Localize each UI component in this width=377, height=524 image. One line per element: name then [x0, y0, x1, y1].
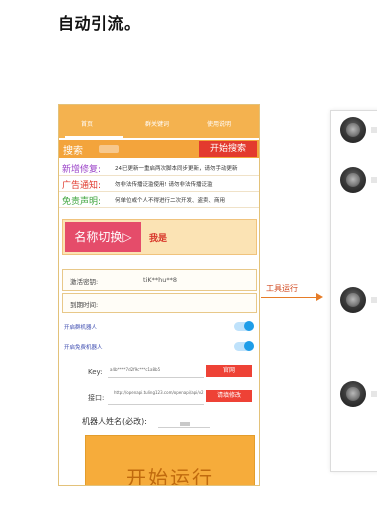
- key-row: Key: a4b****7d2f9c***c1a8b5 官网: [62, 363, 255, 381]
- rename-value: 我是: [149, 234, 168, 244]
- notice-text: 24已更新一重启两次脚本同步更新，请勿手动更新: [115, 166, 238, 172]
- page-heading: 自动引流。: [58, 14, 141, 33]
- tab-group-keywords[interactable]: 群关键词: [145, 119, 169, 128]
- endpoint-underline: [108, 404, 204, 405]
- phone-screenshot: 首页 群关键词 使用说明 搜索 开始搜索 新增修复: 24已更新一重启两次脚本同…: [58, 104, 260, 486]
- key-underline: [108, 377, 204, 378]
- message-placeholder: [371, 297, 377, 303]
- notice-label: 新增修复:: [62, 165, 102, 175]
- notice-row-ad: 广告通知: 勿非法传播泛滥使用! 请勿非法传播泛滥: [59, 177, 259, 192]
- endpoint-row: 接口: http://openapi.tuling123.com/openapi…: [62, 387, 255, 407]
- official-site-button[interactable]: 官网: [206, 365, 252, 377]
- tab-active-indicator: [65, 136, 123, 138]
- notice-label: 免责声明:: [62, 197, 102, 207]
- arrow-label: 工具运行: [266, 284, 298, 293]
- toggle-knob: [244, 321, 254, 331]
- toggle-row-group-bot: 开启群机器人: [62, 321, 255, 333]
- activation-input[interactable]: tiK**hu**8: [143, 276, 177, 284]
- avatar: [340, 167, 366, 193]
- notice-text: 勿非法传播泛滥使用! 请勿非法传播泛滥: [115, 182, 213, 188]
- search-input[interactable]: [99, 145, 119, 153]
- expiry-label: 到期时间:: [70, 301, 99, 309]
- search-bar: 搜索 开始搜索: [59, 140, 259, 158]
- notice-label: 广告通知:: [62, 181, 102, 191]
- tab-bar: 首页 群关键词 使用说明: [59, 105, 259, 138]
- key-input[interactable]: a4b****7d2f9c***c1a8b5: [110, 367, 200, 372]
- bot-name-value: [180, 422, 190, 426]
- notice-row-disclaimer: 免责声明: 何单位或个人不得进行二次开发、盗卖、商用: [59, 193, 259, 208]
- toggle-knob: [244, 341, 254, 351]
- tab-home[interactable]: 首页: [81, 119, 93, 128]
- start-run-button[interactable]: 开始运行: [85, 435, 255, 486]
- start-run-label: 开始运行: [126, 466, 214, 486]
- tab-instructions[interactable]: 使用说明: [207, 119, 231, 128]
- activation-row: 激活密钥: tiK**hu**8: [62, 269, 257, 291]
- rename-panel: 名称切换▷ 我是: [62, 219, 257, 255]
- bot-name-input[interactable]: [158, 427, 210, 428]
- toggle-row-free-bot: 开启免费机器人: [62, 341, 255, 353]
- bot-name-row: 机器人姓名(必改):: [62, 413, 255, 429]
- avatar-face-icon: [346, 123, 360, 137]
- group-bot-toggle[interactable]: [234, 321, 254, 331]
- search-label: 搜索: [63, 146, 83, 157]
- activation-label: 激活密钥:: [70, 278, 99, 286]
- arrow-right-icon: [316, 293, 323, 301]
- message-placeholder: [371, 177, 377, 183]
- message-placeholder: [371, 127, 377, 133]
- endpoint-label: 接口:: [88, 394, 105, 402]
- avatar: [340, 287, 366, 313]
- expiry-row: 到期时间:: [62, 293, 257, 313]
- avatar-face-icon: [346, 387, 360, 401]
- avatar: [340, 381, 366, 407]
- avatar-face-icon: [346, 173, 360, 187]
- toggle-label: 开启免费机器人: [64, 345, 103, 351]
- free-bot-toggle[interactable]: [234, 341, 254, 351]
- notice-row-update: 新增修复: 24已更新一重启两次脚本同步更新，请勿手动更新: [59, 161, 259, 176]
- toggle-label: 开启群机器人: [64, 325, 98, 331]
- start-search-button[interactable]: 开始搜索: [199, 141, 257, 157]
- notice-text: 何单位或个人不得进行二次开发、盗卖、商用: [115, 198, 226, 204]
- arrow-line: [261, 297, 319, 298]
- avatar-face-icon: [346, 293, 360, 307]
- endpoint-input[interactable]: http://openapi.tuling123.com/openapi/api…: [114, 390, 204, 396]
- chat-preview-panel: [330, 110, 377, 472]
- rename-switch-button[interactable]: 名称切换▷: [65, 222, 141, 252]
- avatar: [340, 117, 366, 143]
- edit-endpoint-button[interactable]: 请填修改: [206, 390, 252, 402]
- message-placeholder: [371, 391, 377, 397]
- bot-name-label: 机器人姓名(必改):: [82, 417, 147, 426]
- key-label: Key:: [88, 368, 103, 376]
